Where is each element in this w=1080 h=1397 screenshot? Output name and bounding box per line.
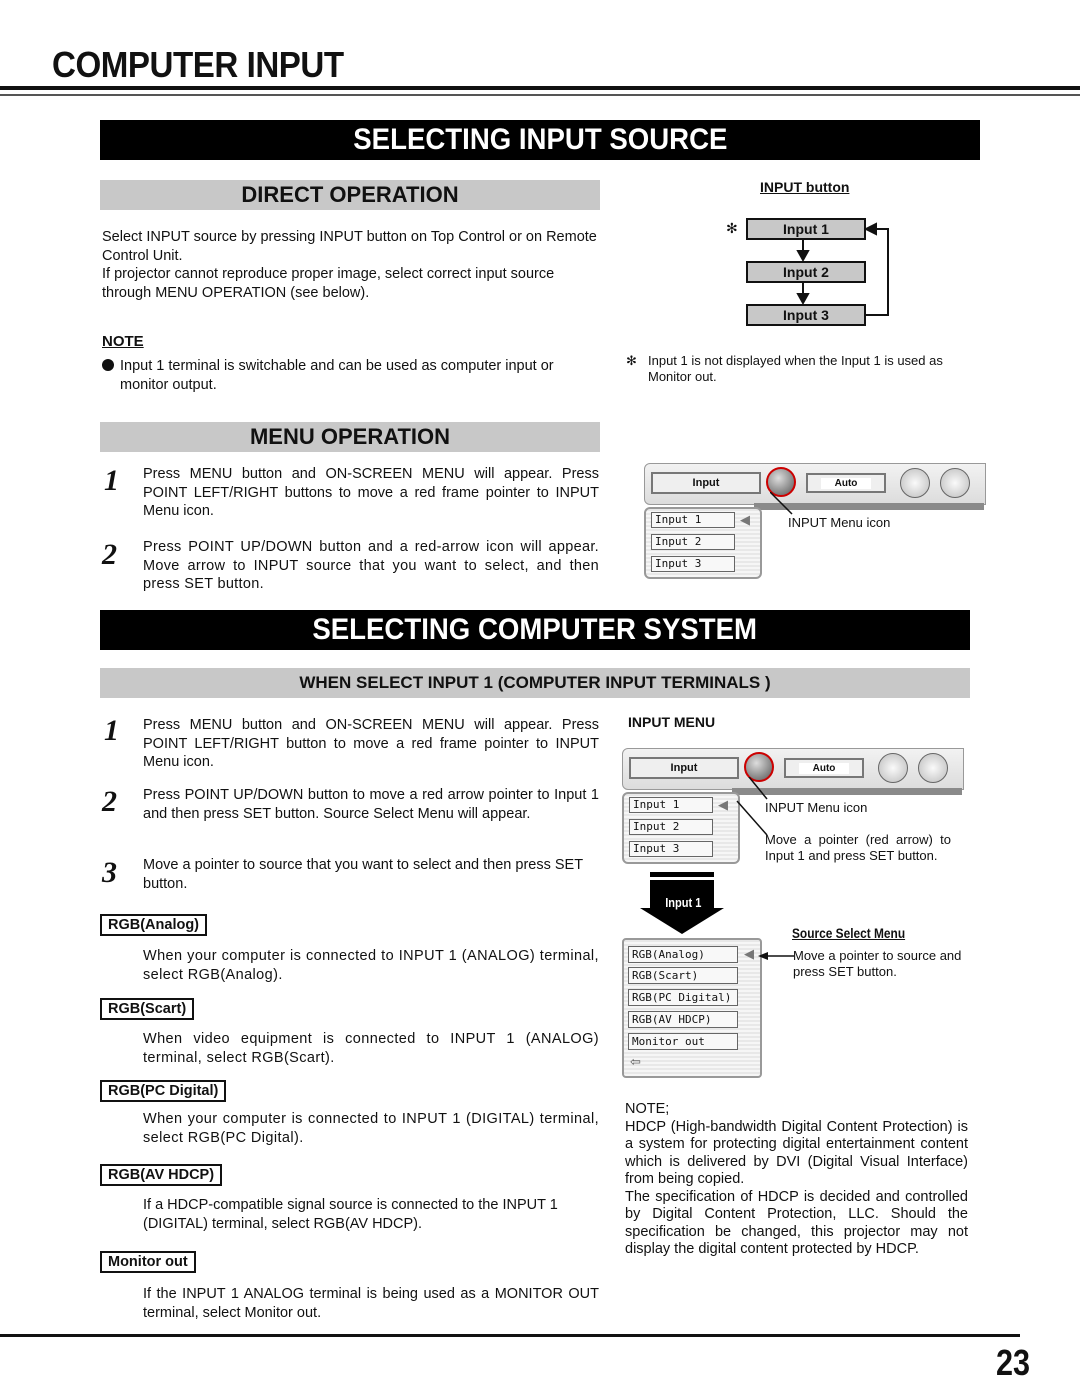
- paragraph: The specification of HDCP is decided and…: [625, 1188, 968, 1258]
- step-number: 3: [102, 856, 117, 889]
- osd-mode-field: Auto: [784, 758, 864, 778]
- input-menu-heading: INPUT MENU: [628, 714, 716, 730]
- arrow-down-icon: [796, 293, 810, 306]
- callout-input-menu-icon: INPUT Menu icon: [788, 515, 891, 530]
- banner-text: SELECTING INPUT SOURCE: [352, 123, 728, 156]
- step-number: 1: [104, 464, 119, 497]
- laptop-menu-icon[interactable]: [900, 468, 930, 498]
- osd-item-input-1[interactable]: Input 1: [651, 512, 735, 528]
- source-label-rgb-pc-digital: RGB(PC Digital): [100, 1080, 227, 1102]
- step-number: 2: [102, 785, 117, 818]
- step-text: Move a pointer to source that you want t…: [143, 857, 583, 892]
- step-number: 1: [104, 714, 119, 747]
- paragraph: If projector cannot reproduce proper ima…: [102, 266, 555, 301]
- source-label-rgb-analog: RGB(Analog): [100, 914, 208, 936]
- callout-line: [770, 492, 793, 515]
- red-arrow-pointer-icon: ◀: [740, 512, 750, 527]
- source-select-callout: Move a pointer to source and press SET b…: [793, 948, 962, 979]
- image-menu-icon[interactable]: [940, 468, 970, 498]
- source-desc: If the INPUT 1 ANALOG terminal is being …: [143, 1286, 599, 1321]
- step-number: 2: [102, 538, 117, 571]
- mode-value: Auto: [798, 763, 850, 774]
- osd-mode-field: Auto: [806, 473, 886, 493]
- osd-item-input-2[interactable]: Input 2: [651, 534, 735, 550]
- source-label-monitor-out: Monitor out: [100, 1251, 196, 1273]
- note-text: Input 1 terminal is switchable and can b…: [120, 358, 554, 393]
- callout-pointer: Move a pointer (red arrow) to Input 1 an…: [765, 832, 951, 863]
- step-text: Press MENU button and ON-SCREEN MENU wil…: [143, 717, 599, 770]
- source-label-rgb-av-hdcp: RGB(AV HDCP): [100, 1164, 223, 1186]
- paragraph: HDCP (High-bandwidth Digital Content Pro…: [625, 1118, 968, 1188]
- page-number: 23: [996, 1342, 1031, 1383]
- source-item-rgb-av-hdcp[interactable]: RGB(AV HDCP): [628, 1011, 738, 1028]
- step-text: Press POINT UP/DOWN button and a red-arr…: [143, 539, 599, 592]
- step-text: Press MENU button and ON-SCREEN MENU wil…: [143, 466, 599, 519]
- source-desc: When video equipment is connected to INP…: [143, 1031, 599, 1066]
- source-item-rgb-scart[interactable]: RGB(Scart): [628, 967, 738, 984]
- header-rule-thin: [0, 94, 1080, 96]
- osd-title-button[interactable]: Input: [651, 472, 761, 494]
- red-arrow-pointer-icon: ◀: [718, 797, 728, 812]
- osd-item-input-1[interactable]: Input 1: [629, 797, 713, 813]
- source-item-rgb-pc-digital[interactable]: RGB(PC Digital): [628, 989, 738, 1006]
- source-desc: If a HDCP-compatible signal source is co…: [143, 1197, 558, 1232]
- source-item-rgb-analog[interactable]: RGB(Analog): [628, 946, 738, 963]
- osd-item-input-2[interactable]: Input 2: [629, 819, 713, 835]
- note-heading: NOTE: [102, 333, 144, 350]
- callout-input-menu-icon: INPUT Menu icon: [765, 800, 868, 815]
- direct-operation-heading: DIRECT OPERATION: [100, 180, 600, 210]
- section-banner-computer-system: SELECTING COMPUTER SYSTEM: [100, 610, 970, 650]
- osd-title-button[interactable]: Input: [629, 757, 739, 779]
- exit-icon[interactable]: ⇦: [630, 1054, 641, 1070]
- source-item-monitor-out[interactable]: Monitor out: [628, 1033, 738, 1050]
- page-title: COMPUTER INPUT: [52, 44, 344, 85]
- arrow-left-icon: [863, 222, 877, 236]
- header-rule: [0, 86, 1080, 90]
- arrow-label: Input 1: [665, 895, 702, 910]
- paragraph: Select INPUT source by pressing INPUT bu…: [102, 229, 597, 264]
- callout-arrow: [758, 952, 794, 960]
- note-heading: NOTE;: [625, 1101, 670, 1117]
- direct-operation-text: Select INPUT source by pressing INPUT bu…: [102, 228, 600, 302]
- menu-operation-heading: MENU OPERATION: [100, 422, 600, 452]
- source-label-rgb-scart: RGB(Scart): [100, 998, 195, 1020]
- red-arrow-pointer-icon: ◀: [744, 946, 754, 961]
- source-desc: When your computer is connected to INPUT…: [143, 1111, 599, 1146]
- footnote-text: Input 1 is not displayed when the Input …: [648, 353, 943, 384]
- source-select-title: Source Select Menu: [792, 925, 906, 941]
- hdcp-note: NOTE; HDCP (High-bandwidth Digital Conte…: [625, 1101, 968, 1259]
- step-text: Press POINT UP/DOWN button to move a red…: [143, 787, 599, 822]
- footer-rule: [0, 1334, 1020, 1337]
- section-banner-input-source: SELECTING INPUT SOURCE: [100, 120, 980, 160]
- image-menu-icon[interactable]: [918, 753, 948, 783]
- arrow-down-icon: [796, 250, 810, 263]
- flow-arrows: [796, 222, 889, 316]
- mode-value: Auto: [820, 478, 872, 489]
- osd-item-input-3[interactable]: Input 3: [651, 556, 735, 572]
- bullet-icon: [102, 359, 114, 371]
- osd-item-input-3[interactable]: Input 3: [629, 841, 713, 857]
- source-desc: When your computer is connected to INPUT…: [143, 948, 599, 983]
- footnote-mark: ✻: [626, 353, 637, 368]
- banner-text: SELECTING COMPUTER SYSTEM: [312, 613, 758, 646]
- asterisk-icon: ✻: [726, 220, 738, 236]
- arrow-bar: [650, 872, 714, 877]
- input-button-title: INPUT button: [760, 179, 850, 195]
- subheading-input-1: WHEN SELECT INPUT 1 (COMPUTER INPUT TERM…: [100, 668, 970, 698]
- laptop-menu-icon[interactable]: [878, 753, 908, 783]
